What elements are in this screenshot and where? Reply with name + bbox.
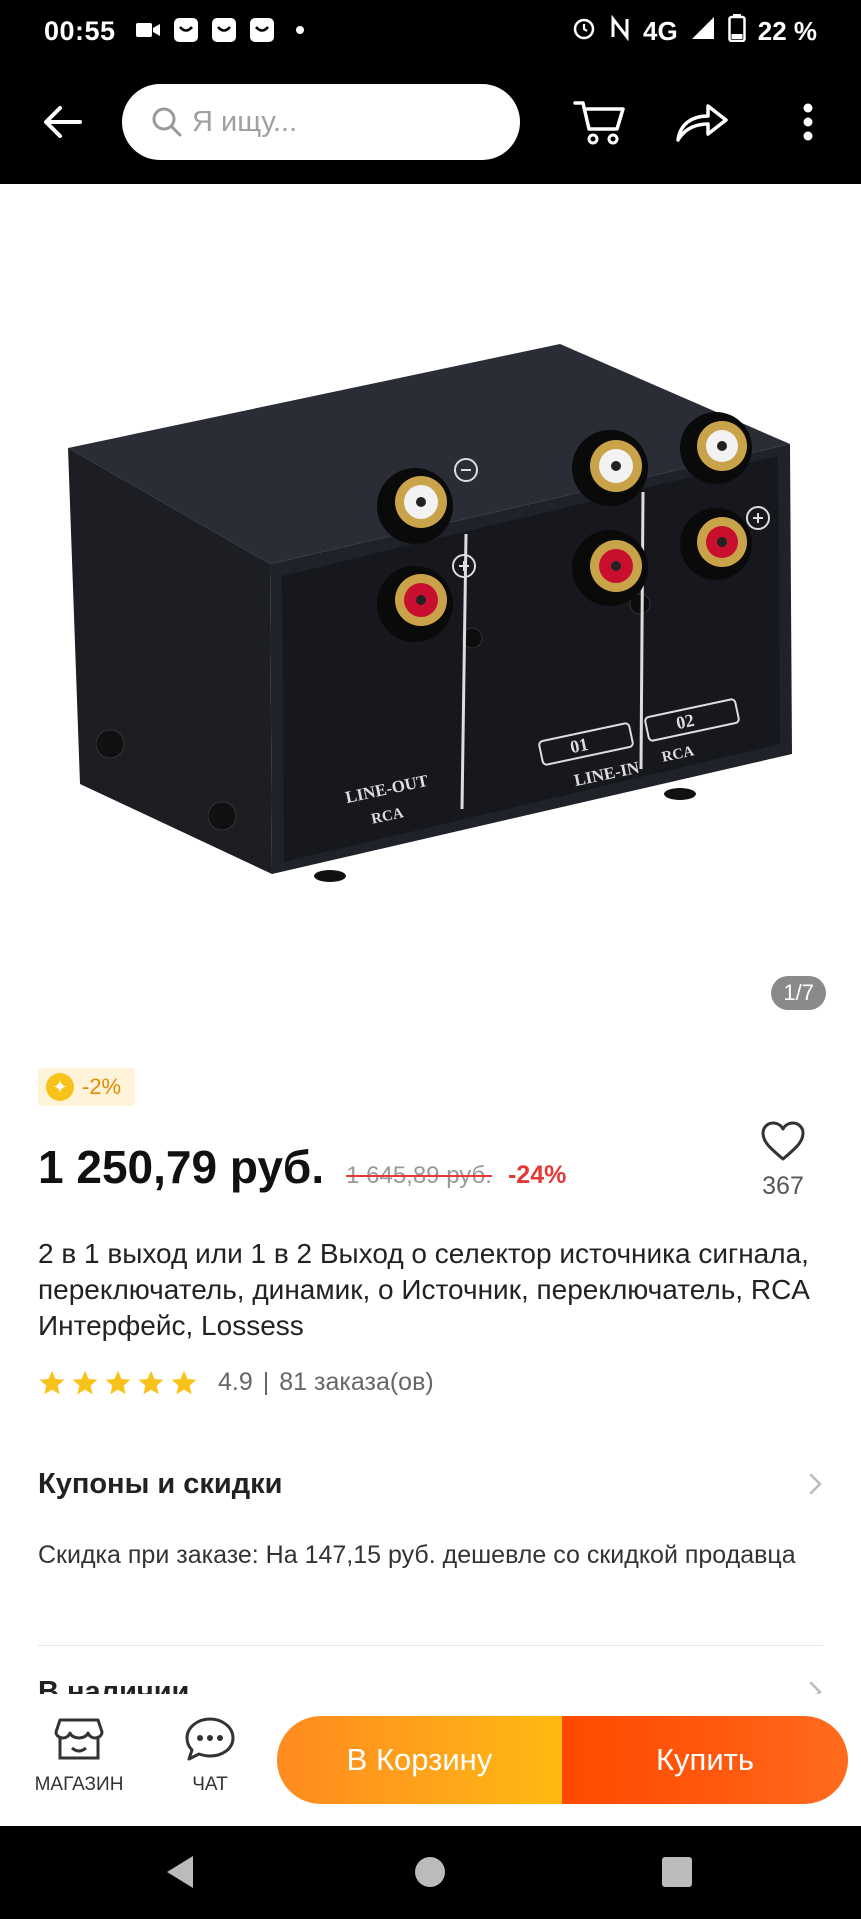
back-arrow-icon bbox=[44, 106, 82, 138]
coupon-description: Скидка при заказе: На 147,15 руб. дешевл… bbox=[38, 1541, 796, 1569]
heart-icon bbox=[761, 1121, 805, 1161]
more-vertical-icon bbox=[803, 103, 813, 141]
chat-button[interactable]: ЧАТ bbox=[150, 1716, 270, 1796]
store-label: МАГАЗИН bbox=[34, 1774, 124, 1795]
product-title: 2 в 1 выход или 1 в 2 Выход о селектор и… bbox=[38, 1238, 809, 1341]
old-price: 1 645,89 руб. bbox=[346, 1162, 492, 1189]
cart-button[interactable] bbox=[570, 92, 630, 152]
current-price: 1 250,79 руб. bbox=[38, 1141, 325, 1193]
coin-discount-text: -2% bbox=[82, 1074, 122, 1099]
rating-stars bbox=[38, 1369, 198, 1397]
alarm-icon bbox=[571, 15, 597, 48]
rating-row[interactable]: 4.9 | 81 заказа(ов) bbox=[38, 1368, 434, 1397]
search-icon bbox=[152, 107, 182, 137]
app-header bbox=[0, 62, 861, 184]
buy-now-button[interactable]: Купить bbox=[562, 1716, 848, 1804]
battery-percent: 22 % bbox=[757, 16, 817, 46]
shop-notification-icon bbox=[248, 16, 276, 44]
shop-notification-icon bbox=[172, 16, 200, 44]
favorite-count: 367 bbox=[762, 1172, 804, 1200]
add-to-cart-button[interactable]: В Корзину bbox=[277, 1716, 562, 1804]
star-icon bbox=[138, 1370, 164, 1394]
network-type: 4G bbox=[643, 16, 678, 46]
bottom-action-bar: МАГАЗИН ЧАТ В Корзину Купить bbox=[0, 1694, 861, 1826]
share-button[interactable] bbox=[672, 92, 732, 152]
shop-notification-icon bbox=[210, 16, 238, 44]
back-button[interactable] bbox=[38, 98, 86, 146]
nav-back-icon bbox=[167, 1856, 193, 1888]
status-time: 00:55 bbox=[44, 16, 116, 46]
star-icon bbox=[171, 1370, 197, 1394]
search-bar[interactable] bbox=[122, 84, 520, 160]
coin-discount-badge: ✦ -2% bbox=[38, 1068, 136, 1106]
nfc-icon bbox=[609, 14, 631, 48]
store-button[interactable]: МАГАЗИН bbox=[19, 1716, 139, 1796]
status-notification-icons bbox=[134, 16, 314, 44]
price-row: 1 250,79 руб. 1 645,89 руб. -24% bbox=[38, 1140, 566, 1194]
share-icon bbox=[676, 104, 728, 142]
dot-icon bbox=[286, 16, 314, 44]
rating-value: 4.9 bbox=[218, 1368, 253, 1396]
divider bbox=[38, 1645, 823, 1646]
search-input[interactable] bbox=[192, 105, 492, 139]
chat-label: ЧАТ bbox=[192, 1774, 228, 1795]
chat-icon bbox=[185, 1717, 235, 1761]
star-icon bbox=[72, 1370, 98, 1394]
status-right: 4G 22 % bbox=[571, 14, 817, 49]
more-button[interactable] bbox=[778, 92, 838, 152]
signal-icon bbox=[690, 15, 716, 48]
orders-count: 81 заказа(ов) bbox=[279, 1368, 434, 1396]
star-icon bbox=[105, 1370, 131, 1394]
star-icon bbox=[39, 1370, 65, 1394]
product-image-gallery[interactable]: 01 02 LINE-OUT RCA LINE-IN RCA 1/7 bbox=[0, 184, 861, 1034]
battery-icon bbox=[727, 14, 746, 49]
discount-percent: -24% bbox=[507, 1161, 567, 1189]
favorite-button[interactable]: 367 bbox=[752, 1120, 814, 1201]
video-icon bbox=[134, 16, 162, 44]
product-photo: 01 02 LINE-OUT RCA LINE-IN RCA bbox=[68, 344, 792, 882]
nav-recents-icon bbox=[662, 1857, 692, 1887]
cart-icon bbox=[573, 101, 625, 145]
system-nav-bar bbox=[0, 1826, 861, 1919]
nav-home-icon bbox=[415, 1857, 445, 1887]
image-counter: 1/7 bbox=[771, 976, 826, 1010]
coin-icon: ✦ bbox=[46, 1073, 74, 1101]
coupons-heading[interactable]: Купоны и скидки bbox=[38, 1468, 283, 1501]
status-bar: 00:55 4G 22 % bbox=[0, 0, 861, 62]
store-icon bbox=[54, 1718, 104, 1760]
rating-separator: | bbox=[262, 1368, 270, 1396]
nav-back-button[interactable] bbox=[160, 1852, 200, 1892]
nav-home-button[interactable] bbox=[410, 1852, 450, 1892]
nav-recents-button[interactable] bbox=[657, 1852, 697, 1892]
chevron-right-icon[interactable] bbox=[803, 1472, 827, 1496]
